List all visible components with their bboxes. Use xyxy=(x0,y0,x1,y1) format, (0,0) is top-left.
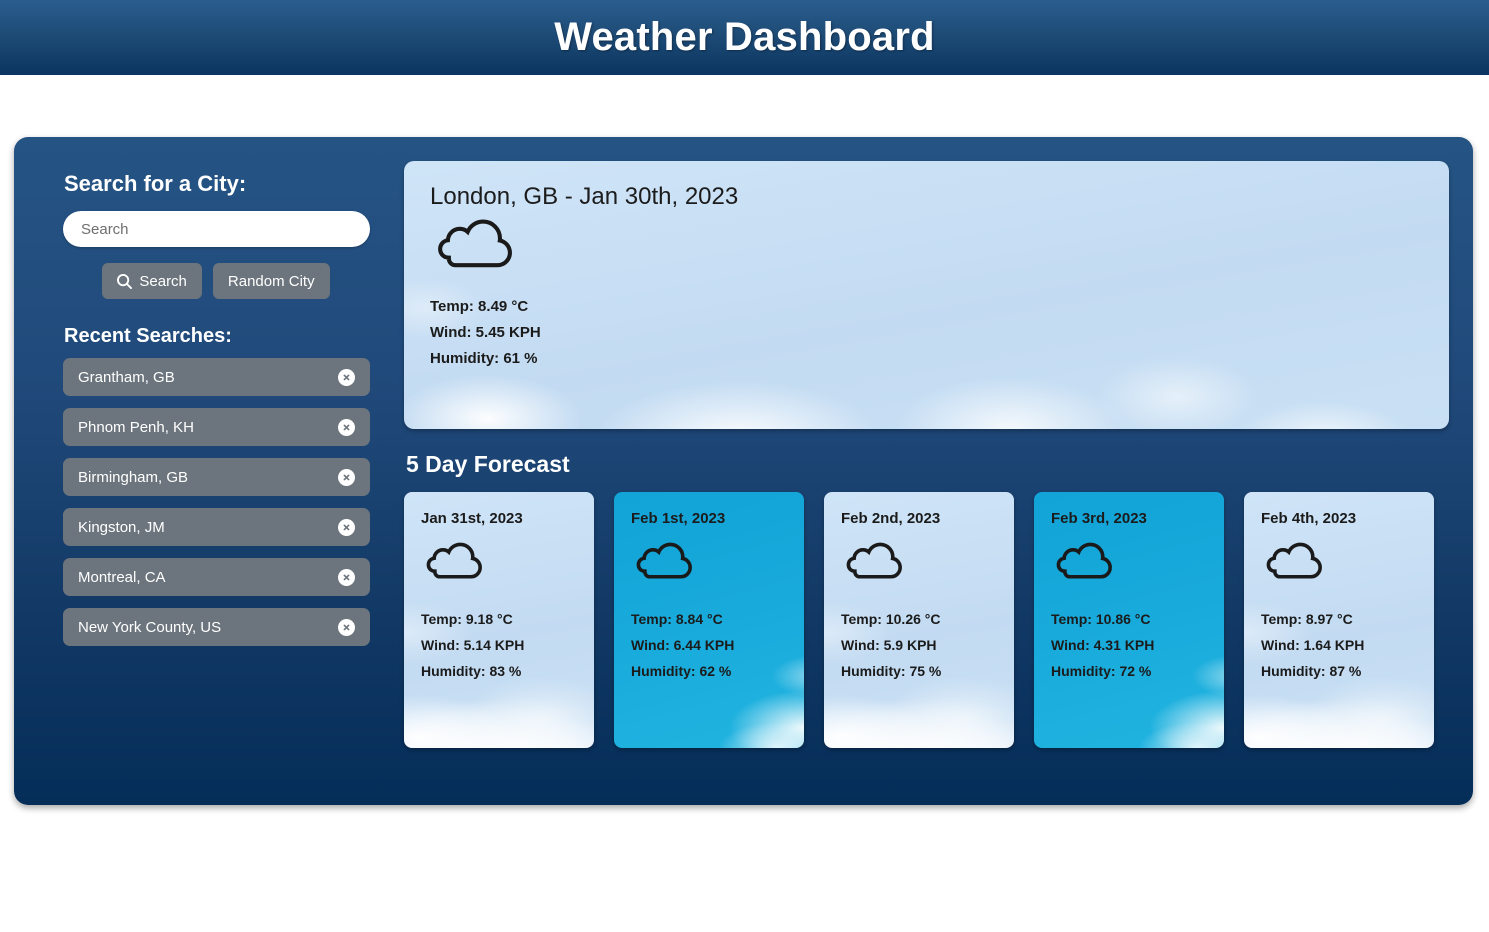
cloud-icon xyxy=(430,217,1423,284)
search-button-row: Search Random City xyxy=(46,263,386,299)
clear-search-icon[interactable] xyxy=(338,518,355,536)
list-item[interactable]: Grantham, GB xyxy=(63,358,370,396)
forecast-card: Feb 2nd, 2023 Temp: 10.26 °C Wind: 5.9 KPH… xyxy=(824,492,1014,748)
current-humidity: Humidity: 61 % xyxy=(430,350,538,367)
forecast-wind: Wind: 1.64 KPH xyxy=(1261,637,1365,653)
forecast-card: Jan 31st, 2023 Temp: 9.18 °C Wind: 5.14 KP… xyxy=(404,492,594,748)
forecast-heading: 5 Day Forecast xyxy=(406,451,570,477)
cloud-icon xyxy=(421,541,577,592)
recent-searches-heading: Recent Searches: xyxy=(64,325,232,347)
random-city-button[interactable]: Random City xyxy=(212,263,330,299)
current-wind: Wind: 5.45 KPH xyxy=(430,324,541,341)
list-item[interactable]: Montreal, CA xyxy=(63,558,370,596)
forecast-wind: Wind: 5.9 KPH xyxy=(841,637,937,653)
forecast-row: Jan 31st, 2023 Temp: 9.18 °C Wind: 5.14 KP… xyxy=(404,492,1449,748)
recent-search-label: Birmingham, GB xyxy=(78,468,189,486)
forecast-humidity: Humidity: 72 % xyxy=(1051,663,1152,679)
clear-search-icon[interactable] xyxy=(338,368,355,386)
recent-searches-list: Grantham, GB Phnom Penh, KH Birmingham, GB… xyxy=(63,358,370,646)
forecast-wind: Wind: 5.14 KPH xyxy=(421,637,525,653)
forecast-card: Feb 3rd, 2023 Temp: 10.86 °C Wind: 4.31 KP… xyxy=(1034,492,1224,748)
search-icon xyxy=(117,273,133,289)
forecast-temp: Temp: 8.97 °C xyxy=(1261,611,1353,627)
current-weather-title: London, GB - Jan 30th, 2023 xyxy=(430,183,739,210)
current-weather-card: London, GB - Jan 30th, 2023 Temp: 8.49 °… xyxy=(404,161,1449,429)
main-panel: London, GB - Jan 30th, 2023 Temp: 8.49 °… xyxy=(404,159,1449,783)
list-item[interactable]: New York County, US xyxy=(63,608,370,646)
clear-search-icon[interactable] xyxy=(338,468,355,486)
forecast-date: Feb 4th, 2023 xyxy=(1261,510,1357,527)
forecast-wind: Wind: 6.44 KPH xyxy=(631,637,735,653)
current-temp: Temp: 8.49 °C xyxy=(430,298,529,315)
dashboard-panel: Search for a City: Search Random City Re… xyxy=(14,137,1473,805)
app-header: Weather Dashboard xyxy=(0,0,1489,75)
forecast-date: Jan 31st, 2023 xyxy=(421,510,523,527)
page-title: Weather Dashboard xyxy=(554,15,935,59)
forecast-wind: Wind: 4.31 KPH xyxy=(1051,637,1155,653)
sidebar: Search for a City: Search Random City Re… xyxy=(46,159,386,783)
list-item[interactable]: Kingston, JM xyxy=(63,508,370,546)
forecast-card: Feb 4th, 2023 Temp: 8.97 °C Wind: 1.64 KPH… xyxy=(1244,492,1434,748)
cloud-icon xyxy=(1051,541,1207,592)
list-item[interactable]: Birmingham, GB xyxy=(63,458,370,496)
clear-search-icon[interactable] xyxy=(338,568,355,586)
forecast-temp: Temp: 10.26 °C xyxy=(841,611,941,627)
cloud-icon xyxy=(631,541,787,592)
cloud-icon xyxy=(1261,541,1417,592)
forecast-temp: Temp: 10.86 °C xyxy=(1051,611,1151,627)
recent-search-label: Montreal, CA xyxy=(78,568,166,586)
forecast-date: Feb 3rd, 2023 xyxy=(1051,510,1147,527)
forecast-card: Feb 1st, 2023 Temp: 8.84 °C Wind: 6.44 KPH… xyxy=(614,492,804,748)
clear-search-icon[interactable] xyxy=(338,418,355,436)
search-button[interactable]: Search xyxy=(102,263,202,299)
recent-search-label: New York County, US xyxy=(78,618,222,636)
recent-search-label: Grantham, GB xyxy=(78,368,175,386)
forecast-temp: Temp: 9.18 °C xyxy=(421,611,513,627)
search-button-label: Search xyxy=(139,272,187,290)
clear-search-icon[interactable] xyxy=(338,618,355,636)
list-item[interactable]: Phnom Penh, KH xyxy=(63,408,370,446)
recent-search-label: Kingston, JM xyxy=(78,518,165,536)
forecast-temp: Temp: 8.84 °C xyxy=(631,611,723,627)
cloud-icon xyxy=(841,541,997,592)
forecast-humidity: Humidity: 75 % xyxy=(841,663,942,679)
page-body: Search for a City: Search Random City Re… xyxy=(0,75,1489,805)
forecast-humidity: Humidity: 83 % xyxy=(421,663,522,679)
search-input[interactable] xyxy=(63,211,370,247)
search-heading: Search for a City: xyxy=(64,171,247,196)
current-weather-stats: Temp: 8.49 °C Wind: 5.45 KPH Humidity: 6… xyxy=(430,294,1423,372)
random-city-button-label: Random City xyxy=(227,272,315,290)
forecast-humidity: Humidity: 62 % xyxy=(631,663,732,679)
forecast-date: Feb 2nd, 2023 xyxy=(841,510,941,527)
forecast-date: Feb 1st, 2023 xyxy=(631,510,726,527)
recent-search-label: Phnom Penh, KH xyxy=(78,418,194,436)
forecast-humidity: Humidity: 87 % xyxy=(1261,663,1362,679)
